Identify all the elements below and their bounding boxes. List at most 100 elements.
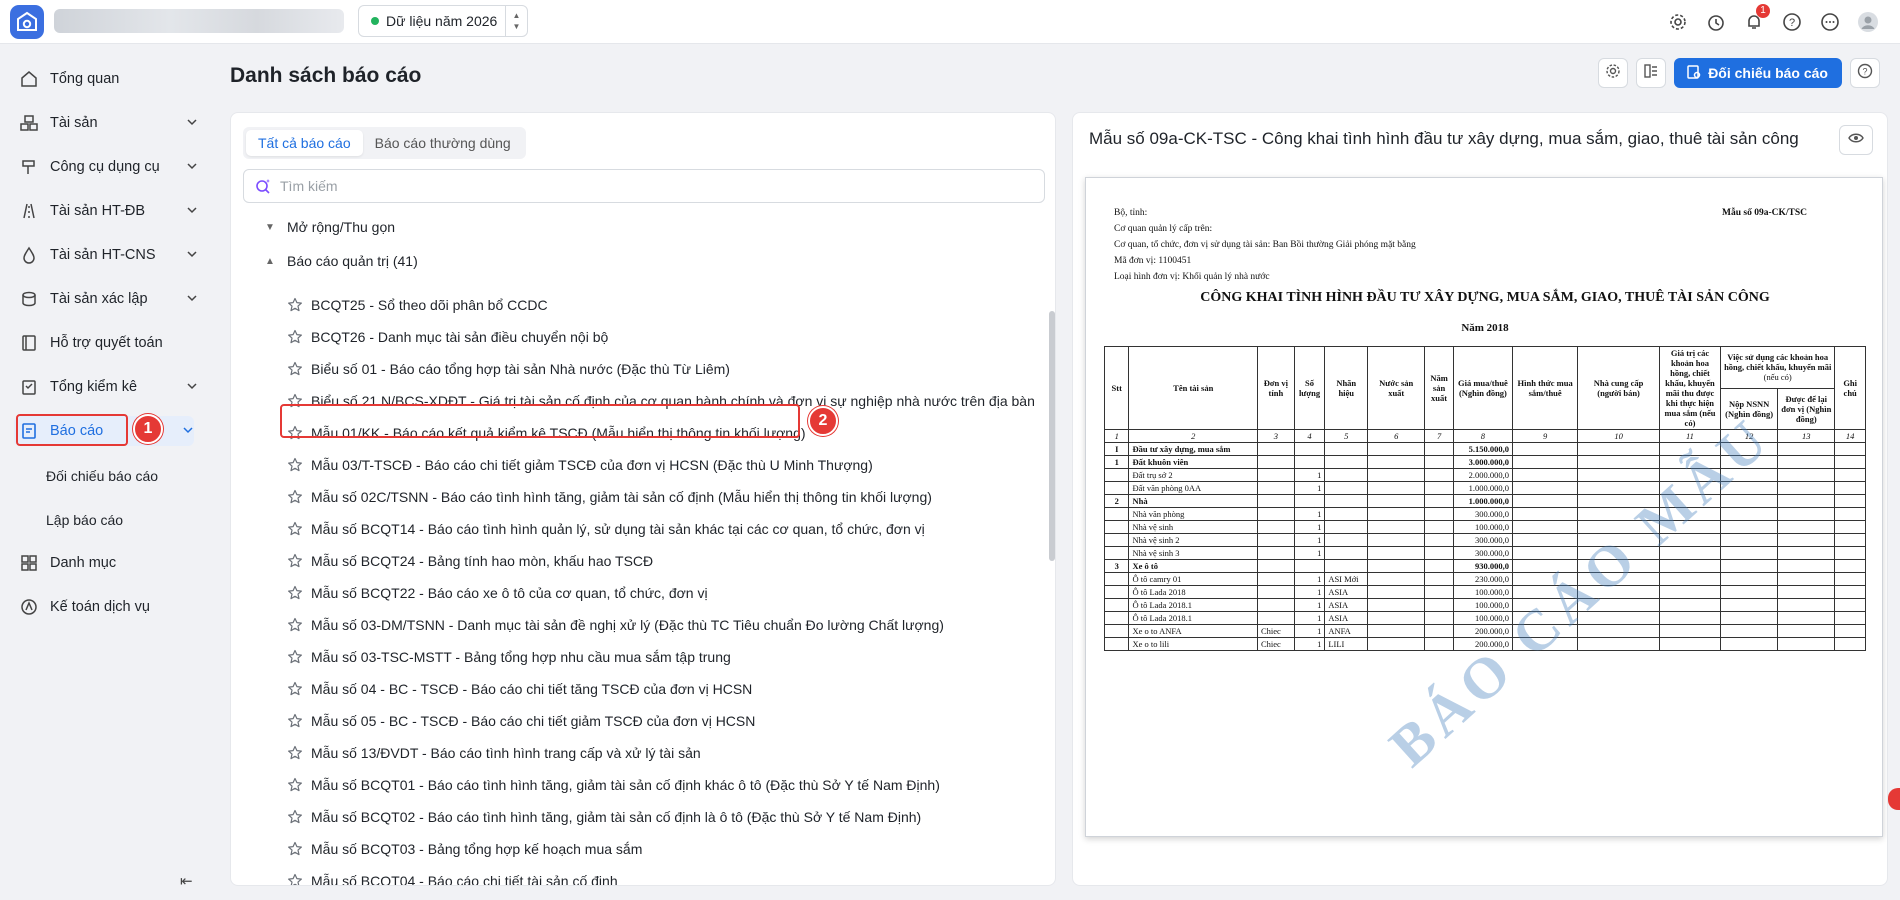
tab-frequent-reports[interactable]: Báo cáo thường dùng — [363, 130, 523, 156]
cell-name: Xe ô tô — [1128, 559, 1258, 573]
settings-icon[interactable] — [1664, 8, 1692, 36]
star-icon[interactable] — [287, 649, 303, 665]
report-list-item[interactable]: Mẫu số BCQT24 - Bảng tính hao mòn, khấu … — [287, 549, 653, 573]
report-list-item[interactable]: Mẫu số BCQT01 - Báo cáo tình hình tăng, … — [287, 773, 940, 797]
user-avatar[interactable] — [1854, 8, 1882, 36]
sidebar-item-inventory[interactable]: Tổng kiểm kê — [18, 372, 198, 402]
accounting-icon — [18, 596, 40, 618]
star-icon[interactable] — [287, 841, 303, 857]
cell-stt — [1103, 572, 1130, 586]
chevron-up-icon[interactable] — [182, 424, 194, 440]
star-icon[interactable] — [287, 873, 303, 885]
report-list-item[interactable]: Mẫu số 03-TSC-MSTT - Bảng tổng hợp nhu c… — [287, 645, 731, 669]
bell-icon[interactable]: 1 — [1740, 4, 1770, 36]
star-icon[interactable] — [287, 361, 303, 377]
table-row: Đất văn phòng 0AA 1 1.000.000,0 — [1103, 481, 1866, 495]
settings-button[interactable] — [1598, 58, 1629, 88]
sidebar-item-settlement-support[interactable]: Hỗ trợ quyết toán — [18, 328, 198, 358]
cell-name: Đất khuôn viên — [1128, 455, 1258, 469]
layout-button[interactable] — [1636, 58, 1667, 88]
table-row: 2 Nhà 1.000.000,0 — [1103, 494, 1866, 508]
star-icon[interactable] — [287, 745, 303, 761]
sidebar-item-tools[interactable]: Công cụ dụng cụ — [18, 152, 198, 182]
report-list-item[interactable]: Mẫu số BCQT03 - Bảng tổng hợp kế hoạch m… — [287, 837, 642, 861]
app-logo[interactable] — [10, 5, 44, 39]
report-list-item[interactable]: Mẫu số BCQT04 - Báo cáo chi tiết tài sản… — [287, 869, 618, 885]
chevron-down-icon[interactable] — [186, 116, 198, 132]
report-list-item[interactable]: Mẫu số 02C/TSNN - Báo cáo tình hình tăng… — [287, 485, 932, 509]
cell-qty: 1 — [1293, 572, 1326, 586]
expand-collapse-toggle[interactable]: ▼ Mở rộng/Thu gọn — [265, 219, 395, 235]
report-list-item[interactable]: Mẫu số BCQT02 - Báo cáo tình hình tăng, … — [287, 805, 921, 829]
sidebar-item-accounting-service[interactable]: Kế toán dịch vụ — [18, 592, 198, 622]
help-icon[interactable]: ? — [1778, 8, 1806, 36]
chevron-down-icon[interactable] — [186, 292, 198, 308]
collapse-sidebar-icon[interactable]: ⇤ — [180, 872, 193, 890]
chevron-down-icon[interactable] — [186, 204, 198, 220]
year-stepper[interactable]: ▲ ▼ — [505, 6, 527, 36]
preview-toggle-button[interactable] — [1839, 125, 1873, 155]
report-list-item[interactable]: Mẫu số BCQT22 - Báo cáo xe ô tô của cơ q… — [287, 581, 708, 605]
more-icon[interactable] — [1816, 8, 1844, 36]
tab-all-reports[interactable]: Tất cả báo cáo — [246, 130, 363, 156]
cell-empty — [1834, 520, 1866, 534]
star-icon[interactable] — [287, 329, 303, 345]
sidebar-item-water-assets[interactable]: Tài sản HT-CNS — [18, 240, 198, 270]
report-list-item[interactable]: Mẫu 03/T-TSCĐ - Báo cáo chi tiết giảm TS… — [287, 453, 873, 477]
sidebar-item-overview[interactable]: Tổng quan — [18, 64, 198, 94]
tools-icon — [18, 156, 40, 178]
compare-reports-button[interactable]: Đối chiếu báo cáo — [1674, 58, 1842, 88]
report-list-item[interactable]: Mẫu số BCQT14 - Báo cáo tình hình quản l… — [287, 517, 925, 541]
star-icon[interactable] — [287, 809, 303, 825]
chevron-down-icon[interactable] — [186, 160, 198, 176]
cell-qty: 1 — [1293, 533, 1326, 547]
help-button[interactable]: ? — [1850, 58, 1880, 88]
star-icon[interactable] — [287, 681, 303, 697]
report-group-management[interactable]: ▲ Báo cáo quản trị (41) — [265, 253, 418, 269]
report-list-item[interactable]: Mẫu số 03-DM/TSNN - Danh mục tài sản đề … — [287, 613, 944, 637]
cell-name: Đất văn phòng 0AA — [1128, 481, 1258, 495]
cell-empty — [1834, 598, 1866, 612]
star-icon[interactable] — [287, 617, 303, 633]
report-list-item[interactable]: BCQT25 - Sổ theo dõi phân bổ CCDC — [287, 293, 548, 317]
side-panel-handle[interactable] — [1888, 788, 1900, 810]
report-list-item[interactable]: BCQT26 - Danh mục tài sản điều chuyển nộ… — [287, 325, 608, 349]
sidebar-item-assets[interactable]: Tài sản — [18, 108, 198, 138]
cell-empty — [1367, 585, 1426, 599]
cell-empty — [1424, 598, 1454, 612]
year-selector[interactable]: Dữ liệu năm 2026 ▲ ▼ — [358, 5, 528, 37]
cell-unit — [1257, 468, 1295, 482]
cell-qty: 1 — [1293, 611, 1326, 625]
scrollbar[interactable] — [1049, 311, 1055, 561]
star-icon[interactable] — [287, 297, 303, 313]
star-icon[interactable] — [287, 489, 303, 505]
sidebar-subitem-create-report[interactable]: Lập báo cáo — [46, 512, 123, 528]
star-icon[interactable] — [287, 521, 303, 537]
chevron-down-icon[interactable] — [186, 248, 198, 264]
clock-icon[interactable] — [1702, 8, 1730, 36]
star-icon[interactable] — [287, 713, 303, 729]
cell-empty — [1834, 637, 1866, 651]
report-list-item[interactable]: Mẫu số 05 - BC - TSCĐ - Báo cáo chi tiết… — [287, 709, 755, 733]
compare-icon — [1686, 64, 1702, 83]
cell-empty — [1424, 494, 1454, 508]
sidebar-subitem-compare-reports[interactable]: Đối chiếu báo cáo — [46, 468, 158, 484]
star-icon[interactable] — [287, 777, 303, 793]
star-icon[interactable] — [287, 585, 303, 601]
chevron-up-icon[interactable]: ▲ — [513, 10, 521, 21]
chevron-down-icon[interactable] — [186, 380, 198, 396]
sidebar-item-categories[interactable]: Danh mục — [18, 548, 198, 578]
sidebar-item-road-assets[interactable]: Tài sản HT-ĐB — [18, 196, 198, 226]
star-icon[interactable] — [287, 553, 303, 569]
chevron-down-icon[interactable]: ▼ — [513, 21, 521, 32]
report-list-item[interactable]: Biểu số 01 - Báo cáo tổng hợp tài sản Nh… — [287, 357, 730, 381]
column-number: 5 — [1324, 429, 1369, 443]
top-bar: Dữ liệu năm 2026 ▲ ▼ 1 ? — [0, 0, 1900, 44]
search-input[interactable]: Tìm kiếm — [243, 169, 1045, 203]
report-list-item[interactable]: Mẫu số 04 - BC - TSCĐ - Báo cáo chi tiết… — [287, 677, 752, 701]
sidebar-item-established-assets[interactable]: Tài sản xác lập — [18, 284, 198, 314]
cell-unit — [1257, 442, 1295, 456]
star-icon[interactable] — [287, 457, 303, 473]
report-list-item[interactable]: Mẫu số 13/ĐVDT - Báo cáo tình hình trang… — [287, 741, 701, 765]
cell-empty — [1720, 520, 1779, 534]
